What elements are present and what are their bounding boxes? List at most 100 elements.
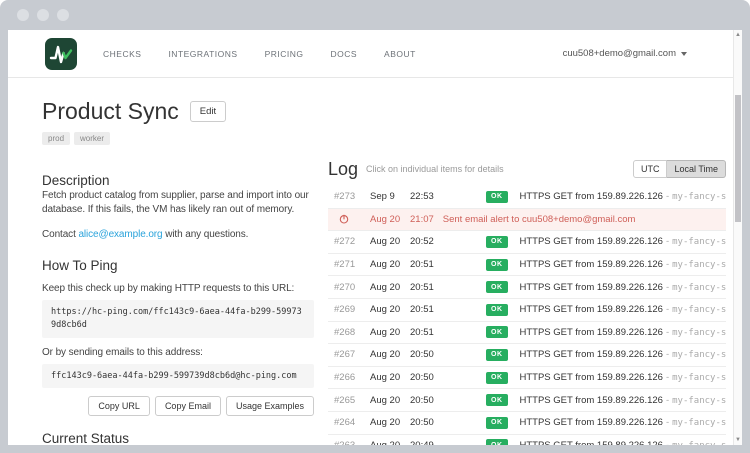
log-row-date: Aug 20 <box>370 259 410 270</box>
log-row-check-slug: my-fancy-sy… <box>672 396 726 406</box>
nav-links: CHECKS INTEGRATIONS PRICING DOCS ABOUT <box>103 49 416 59</box>
log-row-number: #272 <box>334 236 370 247</box>
window-control-dot[interactable] <box>37 9 49 21</box>
log-row-message: HTTPS GET from 159.89.226.126-my-fancy-s… <box>520 395 727 406</box>
log-row-date: Aug 20 <box>370 372 410 383</box>
log-row-check-slug: my-fancy-sy… <box>672 418 726 428</box>
log-row[interactable]: Aug 2021:07 Sent email alert to cuu508+de… <box>328 209 726 232</box>
log-row-message-text: HTTPS GET from 159.89.226.126 <box>520 417 663 428</box>
ok-badge: OK <box>486 191 508 203</box>
nav-link-docs[interactable]: DOCS <box>330 49 357 59</box>
log-row[interactable]: #269Aug 2020:51 OK HTTPS GET from 159.89.2… <box>328 299 726 322</box>
log-row-number: #271 <box>334 259 370 270</box>
contact-email-link[interactable]: alice@example.org <box>78 229 162 240</box>
log-row-time: 20:50 <box>410 395 456 406</box>
log-row-message: HTTPS GET from 159.89.226.126-my-fancy-s… <box>520 327 727 338</box>
log-row-separator: - <box>666 282 669 293</box>
scrollbar-thumb[interactable] <box>735 95 741 222</box>
log-row-message: HTTPS GET from 159.89.226.126-my-fancy-s… <box>520 372 727 383</box>
tz-toggle: UTCLocal Time <box>633 160 726 178</box>
log-row-separator: - <box>666 417 669 428</box>
chevron-down-icon <box>681 52 687 56</box>
log-row-separator: - <box>666 440 669 445</box>
ok-badge: OK <box>486 259 508 271</box>
ok-badge: OK <box>486 349 508 361</box>
window-control-dot[interactable] <box>17 9 29 21</box>
log-row-time: 20:51 <box>410 259 456 270</box>
log-row[interactable]: #266Aug 2020:50OKHTTPS GET from 159.89.2… <box>328 367 726 390</box>
log-row-check-slug: my-fancy-sy… <box>672 305 726 315</box>
log-row[interactable]: #271Aug 2020:51OKHTTPS GET from 159.89.2… <box>328 254 726 277</box>
tz-button-utc[interactable]: UTC <box>633 160 668 178</box>
tz-button-local-time[interactable]: Local Time <box>667 160 726 178</box>
page: CHECKS INTEGRATIONS PRICING DOCS ABOUT cuu50… <box>8 30 742 445</box>
log-row-date: Aug 20 <box>370 236 410 247</box>
log-row-message-text: HTTPS GET from 159.89.226.126 <box>520 395 663 406</box>
log-row-check-slug: my-fancy-sy… <box>672 373 726 383</box>
navbar: CHECKS INTEGRATIONS PRICING DOCS ABOUT cuu50… <box>8 30 733 78</box>
window-controls <box>17 9 69 21</box>
log-row[interactable]: #273Sep 922:53OKHTTPS GET from 159.89.22… <box>328 186 726 209</box>
log-row-number: #273 <box>334 191 370 202</box>
log-row-number: #263 <box>334 440 370 445</box>
description-heading: Description <box>42 173 314 189</box>
log-row-date: Aug 20 <box>370 349 410 360</box>
log-row-number: #266 <box>334 372 370 383</box>
scrollbar-down-arrow-icon[interactable]: ▼ <box>734 435 742 445</box>
ok-badge: OK <box>486 304 508 316</box>
log-row[interactable]: #264Aug 2020:50OKHTTPS GET from 159.89.2… <box>328 412 726 435</box>
log-row-number: #269 <box>334 304 370 315</box>
log-row-time: 20:51 <box>410 304 456 315</box>
healthchecks-logo-icon[interactable] <box>45 38 77 70</box>
log-row-date: Aug 20 <box>370 214 410 225</box>
log-row-date: Aug 20 <box>370 304 410 315</box>
log-row[interactable]: #268Aug 2020:51OKHTTPS GET from 159.89.2… <box>328 322 726 345</box>
log-row-date: Aug 20 <box>370 327 410 338</box>
log-row-separator: - <box>666 372 669 383</box>
log-row-message-text: HTTPS GET from 159.89.226.126 <box>520 440 663 445</box>
nav-link-checks[interactable]: CHECKS <box>103 49 141 59</box>
log-row-number: #264 <box>334 417 370 428</box>
log-row[interactable]: #263Aug 2020:49OKHTTPS GET from 159.89.2… <box>328 435 726 445</box>
scrollbar[interactable]: ▲ ▼ <box>733 30 742 445</box>
ping-url-code: https://hc-ping.com/ffc143c9-6aea-44fa-b… <box>42 300 314 338</box>
contact-line: Contact alice@example.org with any quest… <box>42 228 314 242</box>
account-menu[interactable]: cuu508+demo@gmail.com <box>563 48 687 59</box>
log-row-time: 20:51 <box>410 327 456 338</box>
log-heading: Log <box>328 159 358 180</box>
log-row-check-slug: my-fancy-sy… <box>672 328 726 338</box>
log-row-separator: - <box>666 395 669 406</box>
log-row-message-text: HTTPS GET from 159.89.226.126 <box>520 282 663 293</box>
usage-examples-button[interactable]: Usage Examples <box>226 396 314 416</box>
log-row-separator: - <box>666 304 669 315</box>
log-row[interactable]: #270Aug 2020:51OKHTTPS GET from 159.89.2… <box>328 276 726 299</box>
log-row-number: #267 <box>334 349 370 360</box>
log-row-separator: - <box>666 191 669 202</box>
nav-link-integrations[interactable]: INTEGRATIONS <box>168 49 237 59</box>
log-row[interactable]: #265Aug 2020:50OKHTTPS GET from 159.89.2… <box>328 389 726 412</box>
log-row-message: HTTPS GET from 159.89.226.126-my-fancy-s… <box>520 440 727 445</box>
nav-link-pricing[interactable]: PRICING <box>265 49 304 59</box>
log-row-time: 20:52 <box>410 236 456 247</box>
copy-url-button[interactable]: Copy URL <box>88 396 150 416</box>
log-row-time: 21:07 <box>410 214 434 225</box>
log-row-message: HTTPS GET from 159.89.226.126-my-fancy-s… <box>520 191 727 202</box>
log-panel: Log Click on individual items for detail… <box>328 158 726 445</box>
log-row-message: HTTPS GET from 159.89.226.126-my-fancy-s… <box>520 304 727 315</box>
log-row-separator: - <box>666 259 669 270</box>
edit-button[interactable]: Edit <box>190 101 226 122</box>
copy-email-button[interactable]: Copy Email <box>155 396 221 416</box>
email-ping-label: Or by sending emails to this address: <box>42 346 314 360</box>
log-row-time: 20:50 <box>410 372 456 383</box>
log-row[interactable]: #267Aug 2020:50OKHTTPS GET from 159.89.2… <box>328 344 726 367</box>
log-row-message-text: Sent email alert to cuu508+demo@gmail.co… <box>443 214 636 225</box>
window-control-dot[interactable] <box>57 9 69 21</box>
log-row-number: #270 <box>334 282 370 293</box>
log-row-check-slug: my-fancy-sy… <box>672 441 726 445</box>
page-header: Product Sync Edit prodworker <box>42 98 226 145</box>
log-row[interactable]: #272Aug 2020:52OKHTTPS GET from 159.89.2… <box>328 231 726 254</box>
nav-link-about[interactable]: ABOUT <box>384 49 416 59</box>
account-email: cuu508+demo@gmail.com <box>563 48 676 59</box>
scrollbar-up-arrow-icon[interactable]: ▲ <box>734 30 742 40</box>
log-hint: Click on individual items for details <box>366 164 633 174</box>
